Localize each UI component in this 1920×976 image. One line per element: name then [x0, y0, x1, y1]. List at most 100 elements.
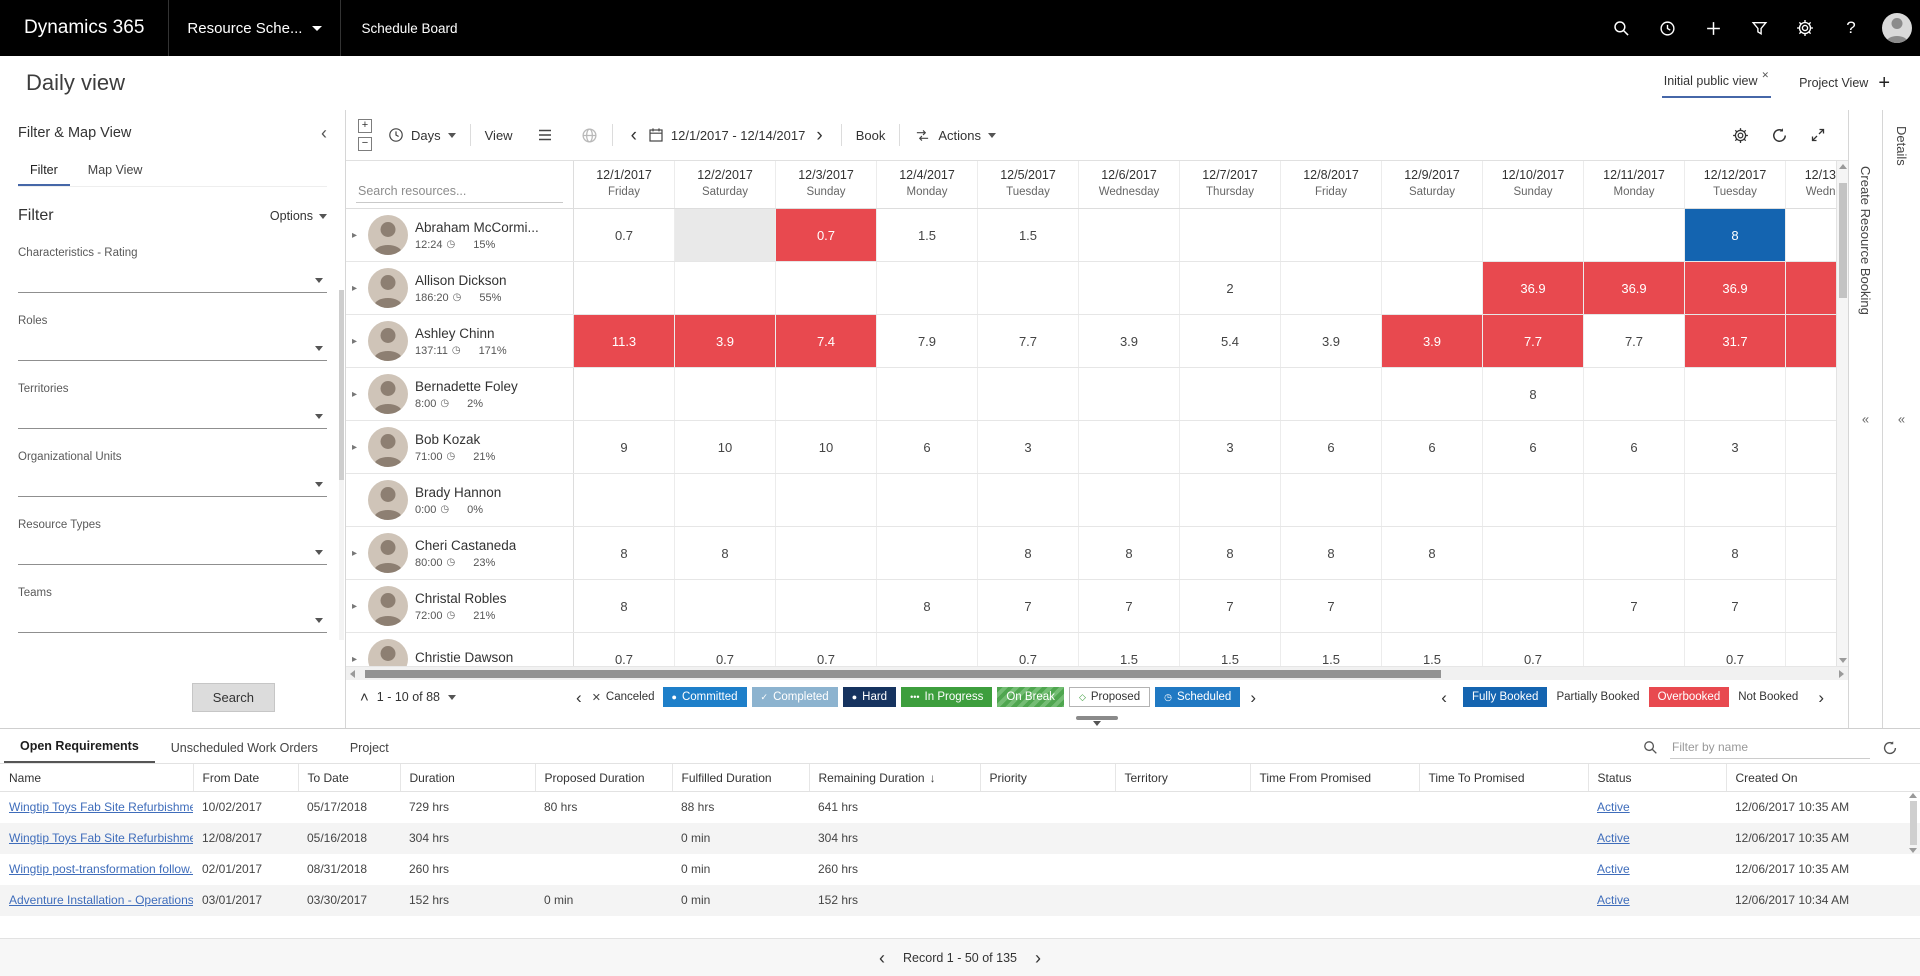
- booking-cell[interactable]: [776, 474, 877, 526]
- column-header[interactable]: Status: [1588, 764, 1726, 792]
- booking-cell[interactable]: 7: [1079, 580, 1180, 632]
- booking-cell[interactable]: [1281, 209, 1382, 261]
- booking-cell[interactable]: 6: [1382, 421, 1483, 473]
- scrollbar-thumb[interactable]: [365, 670, 1441, 678]
- filter-by-name-input[interactable]: [1670, 736, 1870, 759]
- booking-cell[interactable]: [1584, 474, 1685, 526]
- date-column-header[interactable]: 12/4/2017Monday: [877, 161, 978, 208]
- legend-item-overbooked[interactable]: Overbooked: [1649, 687, 1730, 707]
- booking-cell[interactable]: 3.9: [1281, 315, 1382, 367]
- booking-cell[interactable]: 8: [1180, 527, 1281, 579]
- bottom-panel-handle[interactable]: [346, 714, 1848, 728]
- booking-cell[interactable]: [776, 580, 877, 632]
- column-header[interactable]: To Date: [298, 764, 400, 792]
- booking-cell[interactable]: [1786, 209, 1836, 261]
- booking-cell[interactable]: [1584, 633, 1685, 666]
- booking-cell[interactable]: 10: [675, 421, 776, 473]
- board-settings-gear-icon[interactable]: [1732, 127, 1749, 144]
- requirements-tab[interactable]: Project: [334, 733, 405, 763]
- vertical-scrollbar[interactable]: [1836, 161, 1848, 666]
- filter-group-dropdown[interactable]: [18, 541, 327, 565]
- date-column-header[interactable]: 12/1/2017Friday: [574, 161, 675, 208]
- booking-cell[interactable]: 7.7: [1483, 315, 1584, 367]
- booking-cell[interactable]: 1.5: [1079, 633, 1180, 666]
- booking-cell[interactable]: [877, 527, 978, 579]
- resource-cell[interactable]: ▸Cheri Castaneda80:00◷23%: [346, 527, 574, 579]
- booking-cell[interactable]: 1.5: [877, 209, 978, 261]
- date-column-header[interactable]: 12/12/2017Tuesday: [1685, 161, 1786, 208]
- booking-cell[interactable]: 1.5: [1180, 633, 1281, 666]
- expand-icon[interactable]: ▸: [352, 336, 361, 347]
- booking-cell[interactable]: 7: [1685, 580, 1786, 632]
- next-period-icon[interactable]: ›: [812, 126, 826, 145]
- booking-cell[interactable]: 8: [574, 580, 675, 632]
- booking-cell[interactable]: [1079, 368, 1180, 420]
- column-header[interactable]: Name: [0, 764, 193, 792]
- column-header[interactable]: Time To Promised: [1419, 764, 1588, 792]
- list-view-icon[interactable]: [537, 127, 553, 143]
- next-page-icon[interactable]: ›: [1035, 949, 1041, 967]
- column-header[interactable]: Priority: [980, 764, 1115, 792]
- booking-cell[interactable]: 5.4: [1180, 315, 1281, 367]
- scroll-left-icon[interactable]: [350, 670, 355, 678]
- booking-cell[interactable]: 0.7: [776, 633, 877, 666]
- booking-cell[interactable]: 7: [1584, 580, 1685, 632]
- status-link[interactable]: Active: [1597, 862, 1630, 876]
- booking-cell[interactable]: [978, 474, 1079, 526]
- requirement-row[interactable]: Wingtip Toys Fab Site Refurbishme...10/0…: [0, 792, 1920, 823]
- booking-cell[interactable]: [1786, 474, 1836, 526]
- expand-icon[interactable]: ▸: [352, 230, 361, 241]
- booking-cell[interactable]: 8: [877, 580, 978, 632]
- booking-cell[interactable]: [1584, 368, 1685, 420]
- legend-scroll-left-icon[interactable]: ‹: [1441, 689, 1447, 706]
- booking-cell[interactable]: [1584, 527, 1685, 579]
- booking-cell[interactable]: [1786, 421, 1836, 473]
- expand-panel-icon[interactable]: «: [1898, 412, 1905, 427]
- booking-cell[interactable]: [877, 262, 978, 314]
- booking-cell[interactable]: [675, 474, 776, 526]
- booking-cell[interactable]: 3: [1180, 421, 1281, 473]
- previous-page-icon[interactable]: ‹: [879, 949, 885, 967]
- requirement-name-link[interactable]: Wingtip post-transformation follow...: [9, 862, 193, 876]
- booking-cell[interactable]: 0.7: [978, 633, 1079, 666]
- view-tab[interactable]: Initial public view✕: [1662, 68, 1771, 98]
- filter-group-dropdown[interactable]: [18, 405, 327, 429]
- booking-cell[interactable]: [574, 368, 675, 420]
- filter-group-dropdown[interactable]: [18, 337, 327, 361]
- booking-cell[interactable]: 7.7: [1584, 315, 1685, 367]
- requirement-name-link[interactable]: Wingtip Toys Fab Site Refurbishme...: [9, 831, 193, 845]
- table-scrollbar[interactable]: [1908, 793, 1918, 923]
- booking-cell[interactable]: 36.9: [1584, 262, 1685, 314]
- booking-cell[interactable]: [1786, 527, 1836, 579]
- date-column-header[interactable]: 12/13/2017Wednesday: [1786, 161, 1836, 208]
- booking-cell[interactable]: [877, 368, 978, 420]
- booking-cell[interactable]: [1382, 580, 1483, 632]
- booking-cell[interactable]: 6: [1281, 421, 1382, 473]
- filter-panel-scrollbar[interactable]: [339, 290, 344, 640]
- booking-cell[interactable]: [1382, 209, 1483, 261]
- booking-cell[interactable]: 36.9: [1483, 262, 1584, 314]
- date-column-header[interactable]: 12/7/2017Thursday: [1180, 161, 1281, 208]
- legend-scroll-right-icon[interactable]: ›: [1250, 689, 1256, 706]
- booking-cell[interactable]: 2: [1180, 262, 1281, 314]
- booking-cell[interactable]: 3: [1685, 421, 1786, 473]
- date-column-header[interactable]: 12/2/2017Saturday: [675, 161, 776, 208]
- user-menu[interactable]: [1874, 0, 1920, 56]
- book-button[interactable]: Book: [856, 128, 886, 143]
- booking-cell[interactable]: 9: [574, 421, 675, 473]
- booking-cell[interactable]: 1.5: [1281, 633, 1382, 666]
- add-view-plus-icon[interactable]: +: [1874, 72, 1894, 95]
- booking-cell[interactable]: 8: [1281, 527, 1382, 579]
- booking-cell[interactable]: [776, 262, 877, 314]
- booking-cell[interactable]: 7.9: [877, 315, 978, 367]
- column-header[interactable]: Duration: [400, 764, 535, 792]
- search-icon[interactable]: [1598, 0, 1644, 56]
- requirement-row[interactable]: Wingtip Toys Fab Site Refurbishme...12/0…: [0, 823, 1920, 854]
- resource-cell[interactable]: ▸Ashley Chinn137:11◷171%: [346, 315, 574, 367]
- booking-cell[interactable]: 0.7: [776, 209, 877, 261]
- date-column-header[interactable]: 12/9/2017Saturday: [1382, 161, 1483, 208]
- booking-cell[interactable]: 6: [1584, 421, 1685, 473]
- column-header[interactable]: Territory: [1115, 764, 1250, 792]
- page-up-icon[interactable]: ˄: [360, 690, 369, 705]
- scroll-right-icon[interactable]: [1839, 670, 1844, 678]
